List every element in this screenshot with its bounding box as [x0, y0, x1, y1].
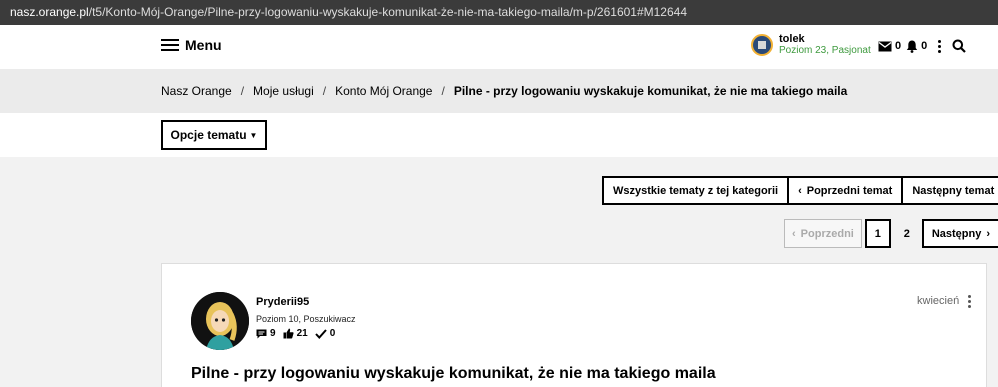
breadcrumb-current: Pilne - przy logowaniu wyskakuje komunik… — [453, 84, 848, 98]
author-avatar[interactable] — [191, 292, 249, 350]
breadcrumb-link-moje-uslugi[interactable]: Moje usługi — [253, 84, 314, 98]
posts-count: 9 — [270, 328, 276, 339]
post-options-icon[interactable] — [968, 295, 972, 308]
previous-topic-label: Poprzedni temat — [806, 184, 893, 197]
author-name[interactable]: Pryderii95 — [256, 296, 309, 308]
pagination-next-button[interactable]: Następny › — [921, 219, 998, 248]
all-topics-button[interactable]: Wszystkie tematy z tej kategorii — [602, 176, 790, 205]
breadcrumb-separator: / — [322, 84, 327, 98]
topic-options-bar: Opcje tematu ▼ — [0, 113, 998, 157]
pagination-previous-button[interactable]: ‹ Poprzedni — [784, 219, 862, 248]
kudos-stat: 21 — [283, 328, 308, 339]
bell-icon — [906, 40, 918, 53]
page-2-button[interactable]: 2 — [894, 219, 920, 248]
user-avatar[interactable] — [751, 34, 773, 56]
pagination-next-label: Następny — [931, 227, 982, 240]
messages-count: 0 — [895, 40, 902, 52]
posts-stat: 9 — [256, 328, 276, 339]
avatar-image — [191, 292, 249, 350]
topic-options-button[interactable]: Opcje tematu ▼ — [161, 120, 267, 150]
author-stats: 9 21 0 — [256, 328, 342, 339]
topic-navigation: Wszystkie tematy z tej kategorii ‹ Poprz… — [602, 176, 998, 205]
site-header: Menu tolek Poziom 23, Pasjonat 0 0 — [0, 25, 998, 69]
notifications-button[interactable]: 0 — [906, 40, 927, 53]
menu-label: Menu — [185, 37, 222, 53]
next-topic-label: Następny temat — [912, 184, 995, 197]
pagination: ‹ Poprzedni 1 2 Następny › — [784, 219, 998, 248]
all-topics-label: Wszystkie tematy z tej kategorii — [613, 184, 779, 197]
user-profile[interactable]: tolek Poziom 23, Pasjonat — [751, 33, 871, 57]
url-path: /t5/Konto-Mój-Orange/Pilne-przy-logowani… — [88, 5, 688, 19]
breadcrumb-link-nasz-orange[interactable]: Nasz Orange — [161, 84, 232, 98]
chevron-right-icon: › — [986, 227, 991, 240]
more-options-icon[interactable] — [938, 39, 942, 53]
speech-bubble-icon — [256, 329, 267, 338]
kudos-count: 21 — [296, 328, 308, 339]
next-topic-button[interactable]: Następny temat › — [901, 176, 998, 205]
breadcrumb-link-konto-moj-orange[interactable]: Konto Mój Orange — [335, 84, 432, 98]
menu-button[interactable]: Menu — [161, 37, 222, 53]
user-rank: Poziom 23, Pasjonat — [779, 45, 871, 56]
solutions-stat: 0 — [314, 328, 336, 339]
solutions-count: 0 — [329, 328, 336, 339]
caret-down-icon: ▼ — [249, 130, 258, 140]
chevron-left-icon: ‹ — [792, 227, 796, 240]
post-title: Pilne - przy logowaniu wyskakuje komunik… — [191, 365, 716, 382]
header-actions: 0 0 — [878, 39, 967, 53]
breadcrumb: Nasz Orange / Moje usługi / Konto Mój Or… — [0, 69, 998, 113]
user-name[interactable]: tolek — [779, 33, 871, 45]
previous-topic-button[interactable]: ‹ Poprzedni temat — [787, 176, 904, 205]
page-1-button[interactable]: 1 — [864, 219, 891, 248]
messages-button[interactable]: 0 — [878, 40, 901, 52]
post-card: Pryderii95 Poziom 10, Poszukiwacz 9 21 0… — [161, 263, 987, 387]
topic-options-label: Opcje tematu — [170, 128, 247, 142]
url-host: nasz.orange.pl — [10, 5, 89, 19]
post-date: kwiecień — [917, 295, 960, 307]
checkmark-icon — [314, 328, 327, 339]
envelope-icon — [878, 41, 892, 51]
hamburger-icon — [161, 39, 179, 51]
thumbs-up-icon — [283, 328, 294, 339]
notifications-count: 0 — [921, 40, 928, 52]
author-rank: Poziom 10, Poszukiwacz — [256, 314, 356, 324]
search-icon[interactable] — [952, 39, 967, 53]
breadcrumb-separator: / — [441, 84, 445, 98]
browser-url-bar[interactable]: nasz.orange.pl/t5/Konto-Mój-Orange/Pilne… — [0, 0, 998, 25]
chevron-left-icon: ‹ — [798, 184, 802, 197]
breadcrumb-separator: / — [240, 84, 245, 98]
pagination-previous-label: Poprzedni — [800, 227, 854, 240]
